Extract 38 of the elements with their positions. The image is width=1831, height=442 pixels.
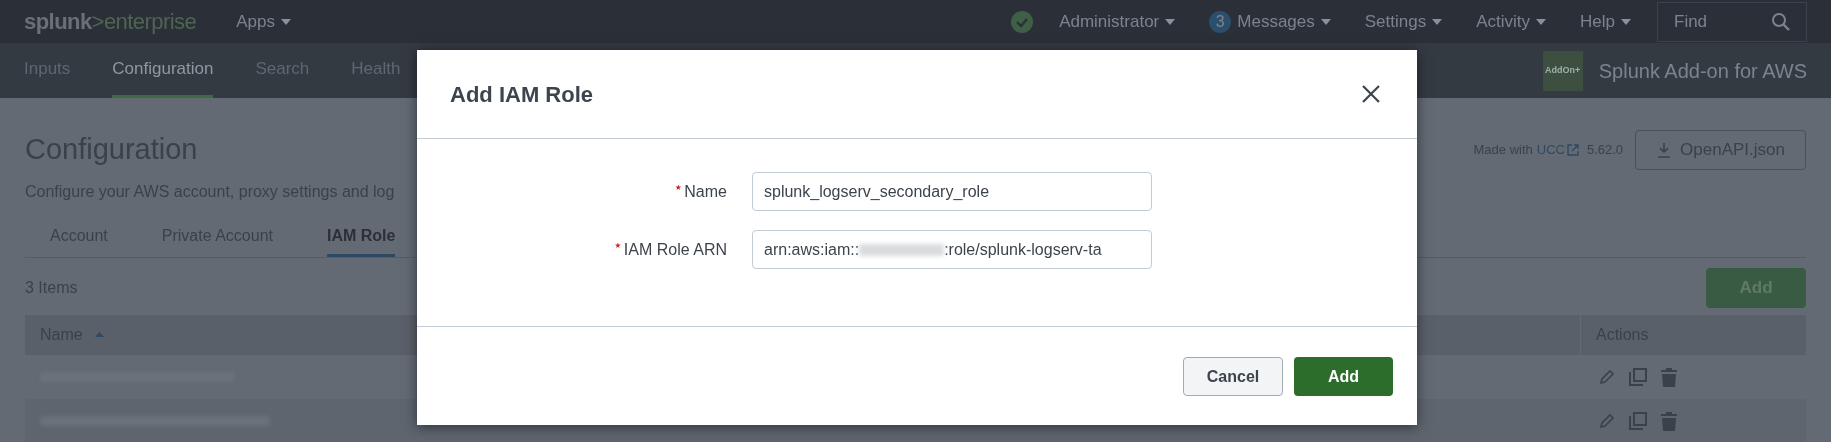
field-value: arn:aws:iam:: xyxy=(764,239,860,260)
caret-icon xyxy=(281,18,291,25)
add-button[interactable]: Add xyxy=(1294,357,1393,396)
caret-icon xyxy=(1536,18,1547,25)
field-value: :role/splunk-logserv-ta xyxy=(944,239,1102,260)
pencil-icon[interactable] xyxy=(1598,411,1616,430)
text-field[interactable]: arn:aws:iam:: :role/splunk-logserv-ta xyxy=(752,230,1152,269)
tab[interactable]: IAM Role xyxy=(327,217,396,257)
nav-tab[interactable]: Configuration xyxy=(112,43,214,98)
messages-menu[interactable]: 3 Messages xyxy=(1209,8,1331,35)
nav-menu[interactable]: Help xyxy=(1580,8,1631,35)
nav-menu[interactable]: Activity xyxy=(1476,8,1547,35)
field-value: splunk_logserv_secondary_role xyxy=(764,181,990,202)
search-field[interactable]: Find xyxy=(1657,1,1807,42)
cancel-button[interactable]: Cancel xyxy=(1183,357,1283,396)
field-label: Name xyxy=(684,181,727,202)
caret-icon xyxy=(1621,18,1631,25)
app-logo: AddOn+ xyxy=(1542,50,1583,91)
caret-icon xyxy=(1432,18,1443,25)
clone-icon[interactable] xyxy=(1628,410,1648,431)
nav-menu[interactable]: Administrator xyxy=(1059,8,1176,35)
field-label: IAM Role ARN xyxy=(623,239,727,260)
caret-icon xyxy=(1165,18,1176,25)
clone-icon[interactable] xyxy=(1628,366,1648,387)
text-field[interactable]: splunk_logserv_secondary_role xyxy=(752,172,1152,211)
download-icon xyxy=(1656,142,1673,158)
external-link-icon xyxy=(1566,144,1579,156)
pencil-icon[interactable] xyxy=(1598,367,1616,386)
close-icon xyxy=(1362,85,1380,103)
app-title: Splunk Add-on for AWS xyxy=(1598,58,1807,84)
search-icon xyxy=(1771,11,1791,32)
trash-icon[interactable] xyxy=(1660,410,1678,431)
trash-icon[interactable] xyxy=(1660,366,1678,387)
apps-menu[interactable]: Apps xyxy=(236,8,291,35)
nav-menu[interactable]: Settings xyxy=(1364,8,1443,35)
dialog-title: Add IAM Role xyxy=(450,80,593,109)
count-badge: 3 xyxy=(1209,10,1232,33)
caret-icon xyxy=(1320,18,1331,25)
